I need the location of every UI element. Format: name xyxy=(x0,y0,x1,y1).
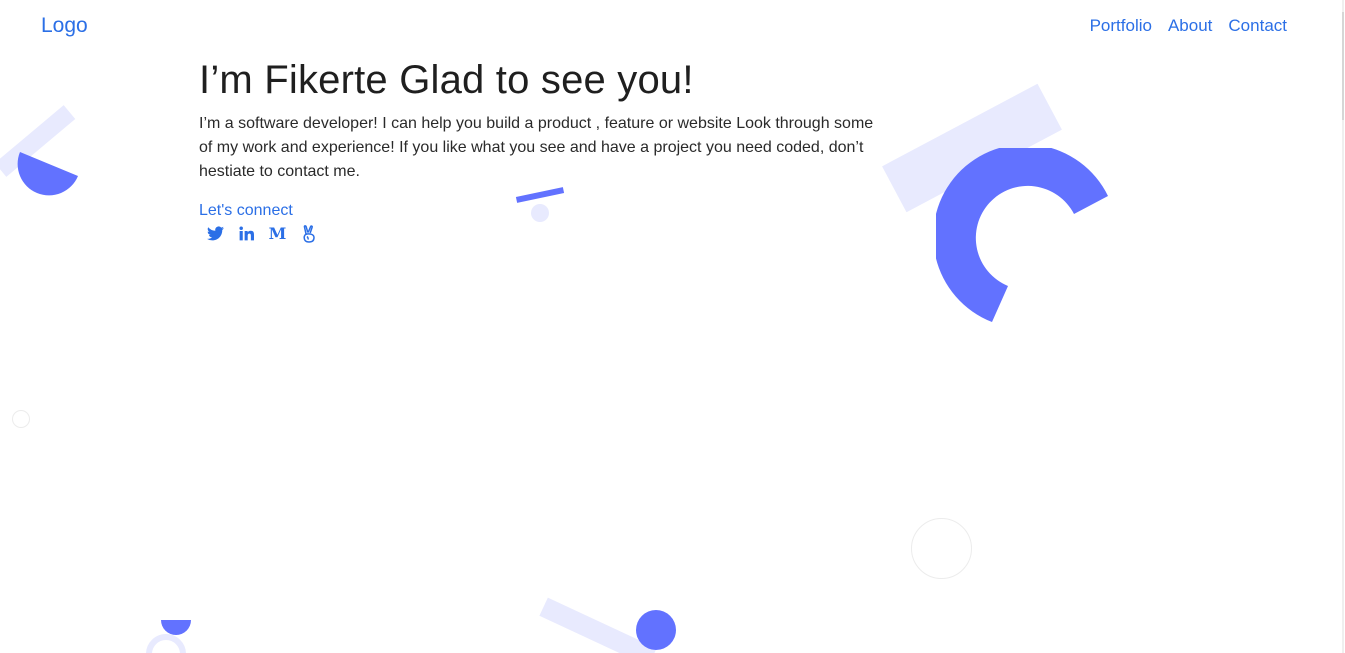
decor-bottom-dot-shape xyxy=(636,610,676,650)
nav-portfolio-link[interactable]: Portfolio xyxy=(1090,16,1152,36)
scrollbar-thumb[interactable] xyxy=(1342,12,1344,120)
decor-ring-shape xyxy=(911,518,972,579)
logo-link[interactable]: Logo xyxy=(41,14,88,38)
social-links: M xyxy=(206,224,899,243)
hero-title: I’m Fikerte Glad to see you! xyxy=(199,58,694,102)
decor-half-circle-shape xyxy=(17,152,78,196)
linkedin-icon[interactable] xyxy=(237,224,256,243)
decor-arc-shape xyxy=(936,148,1108,322)
twitter-icon[interactable] xyxy=(206,224,225,243)
main-nav: Portfolio About Contact xyxy=(1090,16,1287,36)
medium-icon[interactable]: M xyxy=(268,224,287,243)
lets-connect-link[interactable]: Let's connect xyxy=(199,202,293,220)
angellist-icon[interactable] xyxy=(299,224,318,243)
hero-description: I’m a software developer! I can help you… xyxy=(199,115,874,180)
page: Logo Portfolio About Contact I’m Fikerte… xyxy=(0,0,1345,653)
decor-bottom-half-circle-shape xyxy=(161,620,191,635)
nav-about-link[interactable]: About xyxy=(1168,16,1212,36)
hero-section: I’m Fikerte Glad to see you! I’m a softw… xyxy=(199,56,899,243)
nav-contact-link[interactable]: Contact xyxy=(1228,16,1287,36)
decor-tiny-ring-shape xyxy=(12,410,30,428)
